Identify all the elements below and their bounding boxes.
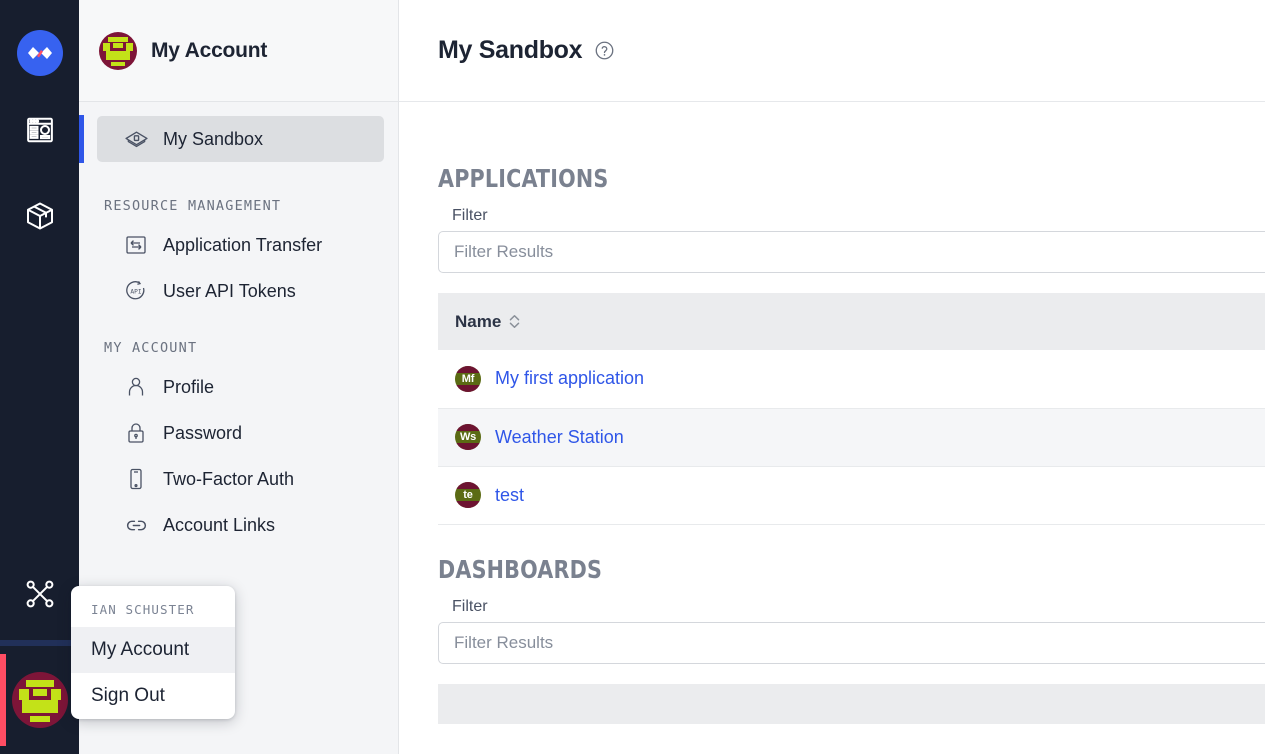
main-header: My Sandbox — [399, 0, 1265, 102]
sidebar-item-my-sandbox[interactable]: My Sandbox — [79, 115, 384, 163]
sidebar-item-dashboards[interactable] — [20, 110, 60, 150]
application-link[interactable]: Weather Station — [495, 427, 624, 448]
applications-filter-input[interactable] — [438, 231, 1265, 273]
sidebar-item-label: Profile — [163, 376, 215, 397]
sidebar-item-label: Password — [163, 422, 243, 443]
sidebar-item-label: Account Links — [163, 514, 276, 535]
mobile-icon — [123, 466, 149, 492]
dashboard-icon — [26, 117, 53, 143]
svg-text:API: API — [130, 289, 141, 296]
sidebar-item-label: My Sandbox — [163, 128, 264, 149]
app-avatar: Ws — [455, 424, 481, 450]
sidebar-item-label: Two-Factor Auth — [163, 468, 295, 489]
question-circle-icon[interactable] — [594, 40, 615, 61]
sort-updown-icon[interactable] — [508, 313, 521, 330]
transfer-icon — [123, 232, 149, 258]
application-link[interactable]: test — [495, 485, 524, 506]
applications-filter-label: Filter — [452, 207, 488, 224]
main-body: APPLICATIONS Filter Name — [399, 102, 1265, 724]
table-header-row: Name — [438, 293, 1265, 350]
sidebar-item-application-transfer[interactable]: Application Transfer — [97, 222, 384, 268]
section-title-applications: APPLICATIONS — [438, 164, 609, 193]
icon-rail — [0, 0, 79, 754]
app-root: My Account My Sandbox RESOURCE MANAGEMEN… — [0, 0, 1265, 754]
lock-icon — [123, 420, 149, 446]
platform-logo[interactable] — [16, 30, 63, 76]
app-avatar: te — [455, 482, 481, 508]
sidebar-item-label: User API Tokens — [163, 280, 296, 301]
sidebar-item-user-api-tokens[interactable]: API User API Tokens — [97, 268, 384, 314]
sidebar-section-my-account: MY ACCOUNT — [104, 340, 198, 356]
avatar[interactable] — [11, 672, 68, 728]
user-menu-username: IAN SCHUSTER — [91, 602, 195, 617]
sidebar-item-two-factor-auth[interactable]: Two-Factor Auth — [97, 456, 384, 502]
sidebar-header[interactable]: My Account — [79, 0, 398, 102]
main-content: My Sandbox APPLICATIONS Filter Filter Re… — [399, 0, 1265, 754]
sidebar-item-profile[interactable]: Profile — [97, 364, 384, 410]
menu-item-sign-out[interactable]: Sign Out — [71, 673, 235, 719]
package-icon — [26, 202, 53, 230]
dashboards-filter-label: Filter — [452, 597, 488, 615]
section-title-dashboards: DASHBOARDS — [438, 554, 603, 584]
applications-table: Name Mf My first application Ws Weather … — [438, 293, 1265, 525]
integrations-icon — [26, 580, 53, 608]
column-header-name[interactable]: Name — [438, 293, 1265, 350]
rail-user-avatar-wrap[interactable] — [0, 646, 79, 754]
application-link[interactable]: My first application — [495, 368, 644, 389]
sidebar-item-label: Application Transfer — [163, 234, 323, 255]
table-cell-name: Mf My first application — [438, 350, 1265, 409]
sidebar-item-account-links[interactable]: Account Links — [97, 502, 384, 548]
applications-table-body: Mf My first application Ws Weather Stati… — [438, 350, 1265, 525]
table-row[interactable]: Mf My first application — [438, 350, 1265, 409]
sidebar-item-password[interactable]: Password — [97, 410, 384, 456]
logo-glyph — [27, 47, 52, 59]
table-row[interactable]: Ws Weather Station — [438, 408, 1265, 467]
app-avatar: Mf — [455, 365, 481, 392]
api-token-icon: API — [123, 278, 149, 304]
rail-bottom-section — [0, 574, 79, 754]
applications-table-head: Name — [438, 293, 1265, 350]
app-avatar-initials: Ws — [459, 431, 477, 443]
rail-item-list — [20, 110, 60, 236]
menu-item-my-account[interactable]: My Account — [71, 627, 235, 673]
dashboards-filter-input[interactable] — [438, 621, 1265, 664]
table-row[interactable]: te test — [438, 466, 1265, 525]
table-cell-name: Ws Weather Station — [438, 408, 1265, 467]
table-cell-name: te test — [438, 466, 1265, 525]
active-indicator — [0, 654, 6, 746]
sidebar-item-resources[interactable] — [20, 196, 60, 236]
main-page-title: My Sandbox — [438, 36, 583, 64]
link-icon — [123, 512, 149, 538]
sandbox-icon — [123, 126, 149, 152]
user-menu-popup: IAN SCHUSTER My Account Sign Out — [71, 586, 235, 719]
account-avatar — [99, 31, 137, 70]
app-avatar-initials: Mf — [461, 372, 475, 385]
dashboards-table-header — [438, 683, 1265, 724]
person-icon — [123, 374, 149, 400]
page-title: My Account — [151, 38, 268, 62]
sidebar-item-integrations[interactable] — [20, 574, 60, 614]
column-header-label: Name — [455, 311, 502, 331]
app-avatar-initials: te — [463, 489, 473, 501]
sidebar-nav: My Sandbox RESOURCE MANAGEMENT Applicati… — [79, 102, 398, 548]
sidebar-section-resource-management: RESOURCE MANAGEMENT — [104, 198, 282, 214]
